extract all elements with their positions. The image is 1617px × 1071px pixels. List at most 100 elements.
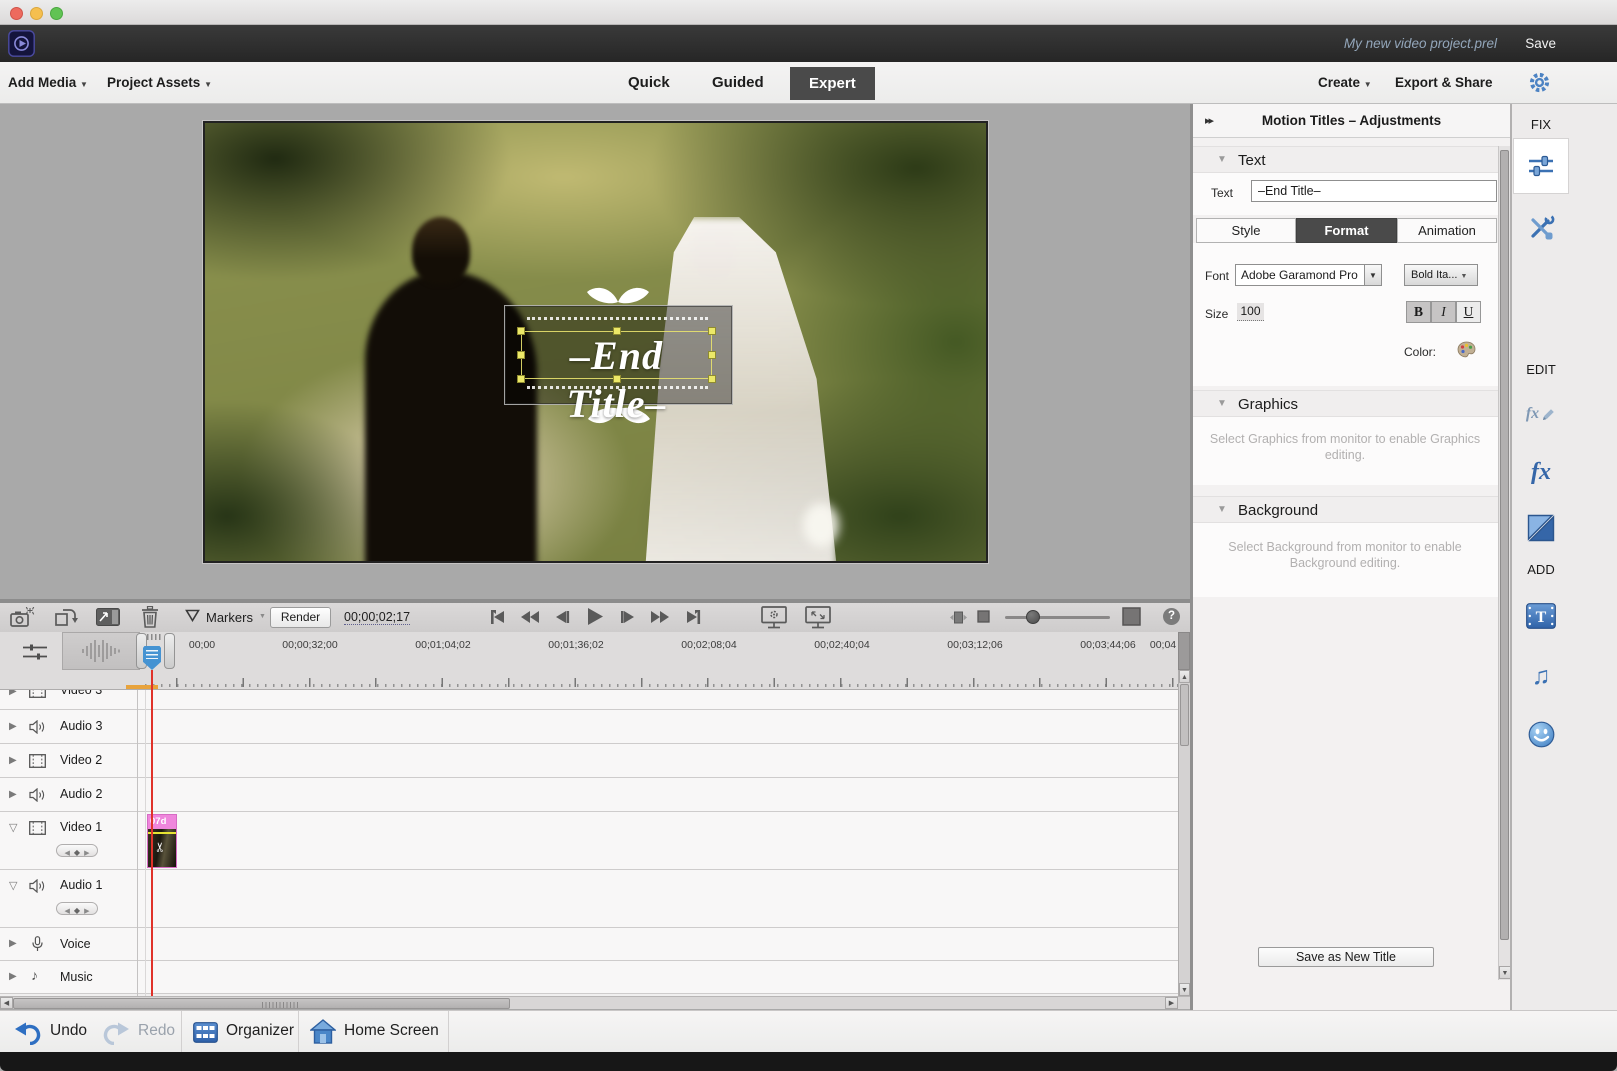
graphics-section-header[interactable]: ▼ Graphics [1193, 390, 1510, 417]
expand-arrow-icon[interactable]: ▶ [9, 938, 17, 949]
step-back-button[interactable] [553, 608, 571, 626]
rotate-icon[interactable] [54, 606, 78, 628]
fast-rewind-button[interactable] [519, 608, 541, 626]
track-audio-2[interactable]: ▶ Audio 2 [0, 778, 1178, 812]
save-button[interactable]: Save [1525, 36, 1556, 51]
zoom-scrubber-right-handle[interactable] [164, 633, 175, 669]
background-section-header[interactable]: ▼ Background [1193, 496, 1510, 523]
collapse-arrow-icon[interactable]: ▽ [9, 879, 17, 892]
title-selection-frame[interactable]: –End Title– [521, 331, 712, 379]
resize-handle[interactable] [517, 351, 525, 359]
export-share-button[interactable]: Export & Share [1395, 75, 1493, 90]
keyframe-navigator[interactable]: ◀◆▶ [56, 844, 98, 857]
play-button[interactable] [585, 606, 605, 627]
hscrollbar-thumb[interactable] [13, 998, 510, 1009]
scroll-down-arrow-icon[interactable]: ▼ [1179, 983, 1190, 996]
playhead-line[interactable] [151, 670, 153, 996]
resize-handle[interactable] [708, 351, 716, 359]
transitions-button[interactable] [1513, 500, 1569, 556]
track-audio-3[interactable]: ▶ Audio 3 [0, 710, 1178, 744]
italic-button[interactable]: I [1431, 301, 1456, 323]
minimize-window-button[interactable] [30, 7, 43, 20]
resize-handle[interactable] [613, 375, 621, 383]
render-button[interactable]: Render [270, 607, 331, 628]
close-window-button[interactable] [10, 7, 23, 20]
add-emoji-button[interactable] [1513, 706, 1569, 762]
track-height-settings-icon[interactable] [22, 643, 48, 661]
tab-animation[interactable]: Animation [1397, 218, 1497, 243]
fit-to-view-icon[interactable] [950, 610, 967, 625]
track-voice[interactable]: ▶ Voice [0, 928, 1178, 961]
scroll-up-arrow-icon[interactable]: ▲ [1179, 670, 1190, 683]
vscrollbar-thumb[interactable] [1180, 684, 1189, 746]
project-assets-menu[interactable]: Project Assets ▼ [107, 75, 212, 90]
add-media-menu[interactable]: Add Media ▼ [8, 75, 88, 90]
add-title-button[interactable]: T [1513, 588, 1569, 644]
help-icon[interactable]: ? [1163, 608, 1180, 625]
tab-guided[interactable]: Guided [712, 74, 764, 91]
track-video-2[interactable]: ▶ Video 2 [0, 744, 1178, 778]
resize-handle[interactable] [517, 375, 525, 383]
resize-handle[interactable] [613, 327, 621, 335]
settings-gear-icon[interactable] [1529, 72, 1550, 93]
zoom-slider-track[interactable] [1005, 616, 1110, 619]
bold-button[interactable]: B [1406, 301, 1431, 323]
full-screen-icon[interactable] [805, 606, 832, 629]
effects-button[interactable]: fx [1513, 444, 1569, 500]
track-video-3[interactable]: ▶ Video 3 [0, 690, 1178, 710]
font-style-select[interactable]: Bold Ita... ▼ [1404, 264, 1478, 286]
zoom-in-icon[interactable] [1122, 607, 1141, 626]
applied-effects-button[interactable]: fx [1513, 386, 1569, 442]
zoom-slider-thumb[interactable] [1026, 610, 1040, 624]
track-audio-1[interactable]: ▽ Audio 1 ◀◆▶ [0, 870, 1178, 928]
expand-arrow-icon[interactable]: ▶ [9, 690, 17, 697]
color-palette-icon[interactable] [1457, 341, 1476, 358]
undo-button[interactable]: Undo [50, 1022, 87, 1040]
timeline-vertical-scrollbar[interactable]: ▲ ▼ [1178, 670, 1190, 996]
font-family-dropdown-button[interactable]: ▼ [1364, 264, 1382, 286]
font-family-select[interactable]: Adobe Garamond Pro [1235, 264, 1365, 286]
expand-arrow-icon[interactable]: ▶ [9, 755, 17, 766]
scroll-right-arrow-icon[interactable]: ▶ [1165, 997, 1178, 1009]
video-preview[interactable]: –End Title– [203, 121, 988, 563]
fast-forward-button[interactable] [649, 608, 671, 626]
zoom-out-icon[interactable] [977, 610, 990, 623]
pan-zoom-tool-icon[interactable] [96, 608, 120, 626]
underline-button[interactable]: U [1456, 301, 1481, 323]
zoom-window-button[interactable] [50, 7, 63, 20]
font-size-value[interactable]: 100 [1237, 303, 1264, 321]
fix-tools-button[interactable] [1513, 200, 1569, 256]
tab-format[interactable]: Format [1296, 218, 1397, 243]
step-forward-button[interactable] [619, 608, 637, 626]
adjust-tool-button[interactable] [1513, 138, 1569, 194]
resize-handle[interactable] [708, 375, 716, 383]
expand-arrow-icon[interactable]: ▶ [9, 721, 17, 732]
delete-trash-icon[interactable] [141, 606, 159, 628]
add-music-button[interactable]: ♫ [1513, 648, 1569, 704]
expand-arrow-icon[interactable]: ▶ [9, 789, 17, 800]
panel-scrollbar-thumb[interactable] [1500, 150, 1509, 940]
tab-quick[interactable]: Quick [628, 74, 670, 91]
timeline-ruler[interactable]: 00;00 00;00;32;00 00;01;04;02 00;01;36;0… [145, 632, 1178, 690]
organizer-button[interactable]: Organizer [226, 1022, 294, 1040]
scroll-left-arrow-icon[interactable]: ◀ [0, 997, 13, 1009]
markers-dropdown-caret-icon[interactable]: ▼ [259, 613, 266, 620]
keyframe-navigator[interactable]: ◀◆▶ [56, 902, 98, 915]
home-screen-button[interactable]: Home Screen [344, 1022, 439, 1040]
tab-style[interactable]: Style [1196, 218, 1296, 243]
marker-flag-icon[interactable] [185, 609, 200, 622]
collapse-arrow-icon[interactable]: ▽ [9, 821, 17, 834]
freeze-frame-camera-icon[interactable] [10, 607, 36, 628]
create-menu[interactable]: Create ▼ [1318, 75, 1372, 90]
markers-label[interactable]: Markers [206, 610, 253, 625]
playhead-grip-icon[interactable] [147, 634, 163, 640]
timeline-horizontal-scrollbar[interactable]: ◀ ▶ [0, 996, 1190, 1009]
expand-arrow-icon[interactable]: ▶ [9, 971, 17, 982]
redo-button[interactable]: Redo [138, 1022, 175, 1040]
audio-waveform-toggle[interactable] [62, 632, 140, 670]
monitor-settings-icon[interactable] [761, 606, 788, 629]
title-text-input[interactable]: –End Title– [1251, 180, 1497, 202]
track-music[interactable]: ▶ ♪ Music [0, 961, 1178, 994]
current-timecode[interactable]: 00;00;02;17 [344, 610, 410, 625]
resize-handle[interactable] [708, 327, 716, 335]
